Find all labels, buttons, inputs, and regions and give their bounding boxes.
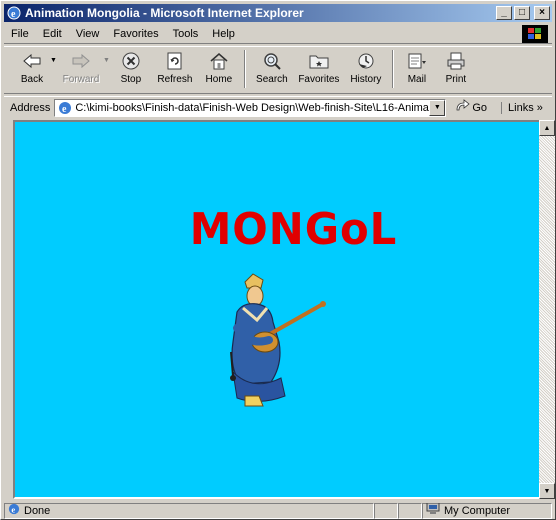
page-heading: MONGoL [189,204,398,255]
refresh-button[interactable]: Refresh [152,47,198,91]
status-pane-empty [374,502,398,519]
mail-label: Mail [407,74,427,85]
maximize-button[interactable]: □ [514,6,530,20]
back-label: Back [20,74,44,85]
menu-tools[interactable]: Tools [166,28,206,40]
vertical-scrollbar[interactable]: ▲ ▼ [539,120,555,499]
stop-icon [119,50,143,72]
search-button[interactable]: Search [250,47,294,91]
history-button[interactable]: History [344,47,388,91]
browser-window: e Animation Mongolia - Microsoft Interne… [0,0,556,520]
windows-logo-icon [522,25,548,43]
status-pane: e Done [4,502,374,519]
mail-button[interactable]: Mail [398,47,436,91]
my-computer-icon [426,502,440,518]
ie-logo-icon: e [6,6,22,20]
go-arrow-icon [454,99,470,116]
stop-label: Stop [120,74,142,85]
toolbar-separator [391,50,394,88]
address-value[interactable]: C:\kimi-books\Finish-data\Finish-Web Des… [75,102,429,114]
forward-button[interactable]: Forward [57,47,105,91]
svg-text:e: e [11,504,15,514]
address-input[interactable]: e C:\kimi-books\Finish-data\Finish-Web D… [54,98,447,117]
page-content: MONGoL [13,120,543,499]
favorites-label: Favorites [298,74,340,85]
refresh-label: Refresh [157,74,193,85]
search-label: Search [256,74,288,85]
title-bar[interactable]: e Animation Mongolia - Microsoft Interne… [4,4,552,22]
menu-file[interactable]: File [4,28,36,40]
print-button[interactable]: Print [436,47,476,91]
menu-bar: File Edit View Favorites Tools Help [4,24,552,44]
history-icon [354,50,378,72]
scroll-up-icon[interactable]: ▲ [539,120,555,136]
mongolian-musician-image [223,272,333,415]
scroll-down-icon[interactable]: ▼ [539,483,555,499]
standard-toolbar: Back ▼ Forward ▼ Stop Refresh Home Searc… [4,46,552,94]
status-text: Done [24,504,51,517]
menu-edit[interactable]: Edit [36,28,69,40]
done-page-icon: e [8,503,20,518]
printer-icon [444,50,468,72]
refresh-icon [163,50,187,72]
toolbar-separator [243,50,246,88]
menu-help[interactable]: Help [205,28,242,40]
status-pane-empty [398,502,422,519]
close-button[interactable]: × [534,6,550,20]
forward-arrow-icon [69,50,93,72]
favorites-folder-icon [307,50,331,72]
menu-view[interactable]: View [69,28,107,40]
zone-text: My Computer [444,504,511,517]
address-dropdown-icon[interactable]: ▼ [429,99,446,116]
go-button[interactable]: Go [454,99,487,116]
back-dropdown-icon[interactable]: ▼ [50,57,57,64]
svg-text:e: e [11,9,16,20]
forward-label: Forward [62,74,100,85]
back-arrow-icon [20,50,44,72]
go-label: Go [472,101,488,114]
back-button[interactable]: Back [12,47,52,91]
mail-icon [405,50,429,72]
links-button[interactable]: Links » [501,101,543,114]
search-icon [260,50,284,72]
forward-dropdown-icon[interactable]: ▼ [103,57,110,64]
svg-text:e: e [62,104,67,115]
minimize-button[interactable]: _ [496,6,512,20]
stop-button[interactable]: Stop [110,47,152,91]
address-bar: Address e C:\kimi-books\Finish-data\Fini… [4,96,552,118]
status-bar: e Done My Computer [4,502,552,519]
security-zone-pane: My Computer [422,502,552,519]
print-label: Print [445,74,467,85]
address-label: Address [10,101,51,114]
favorites-button[interactable]: Favorites [294,47,344,91]
ie-page-icon: e [57,101,73,115]
history-label: History [350,74,382,85]
home-button[interactable]: Home [198,47,240,91]
home-label: Home [205,74,233,85]
menu-favorites[interactable]: Favorites [106,28,165,40]
window-title: Animation Mongolia - Microsoft Internet … [25,6,304,20]
home-icon [207,50,231,72]
